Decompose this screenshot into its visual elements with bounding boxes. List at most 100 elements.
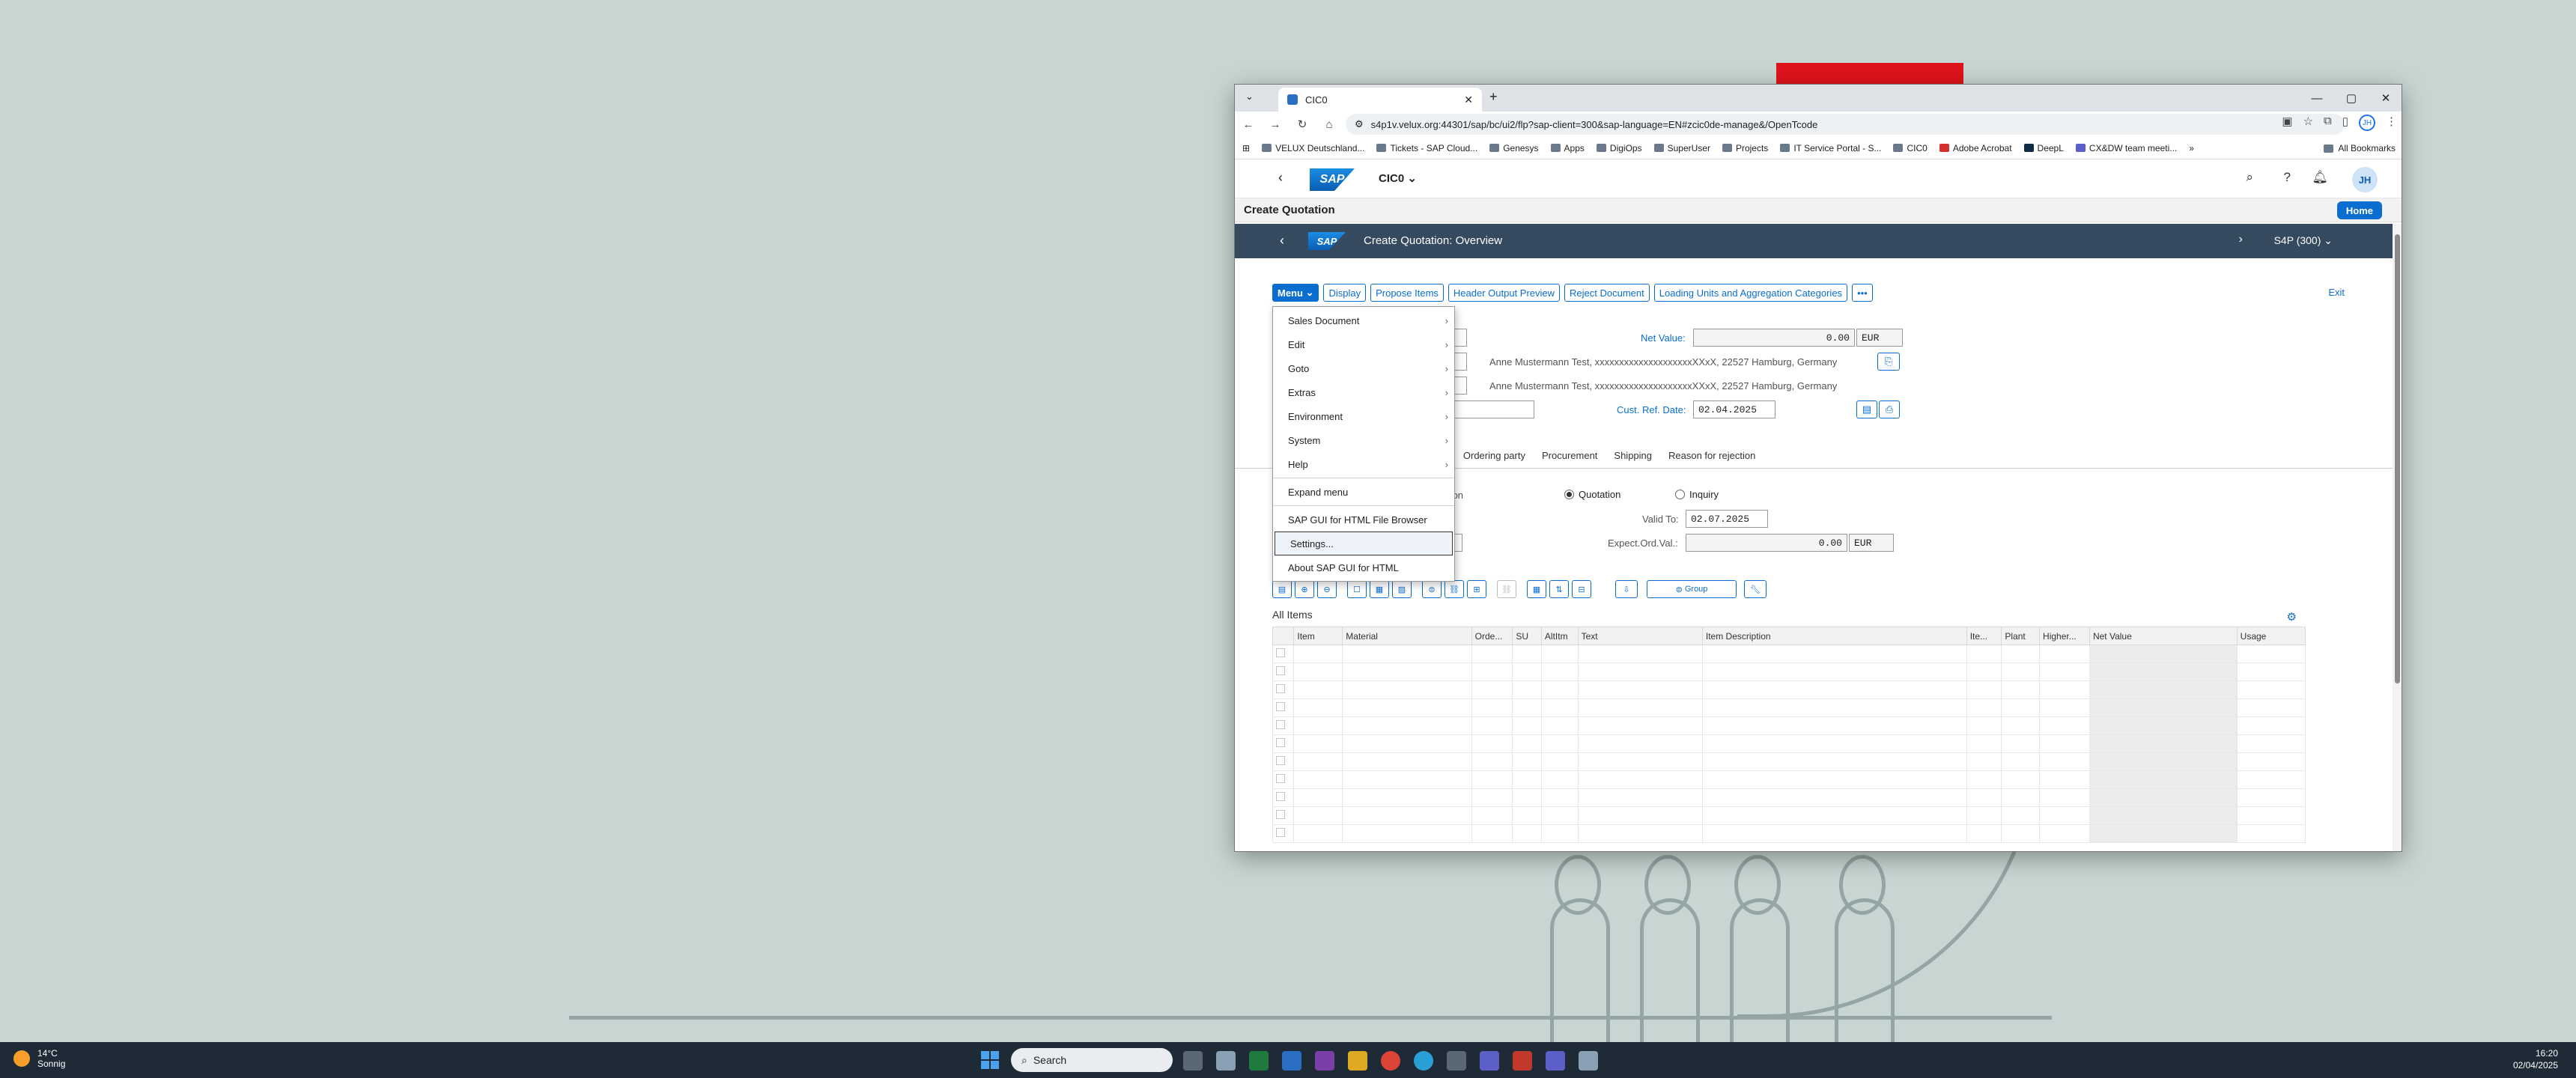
- column-header[interactable]: AltItm: [1540, 627, 1579, 645]
- menu-item-extras[interactable]: Extras ›: [1273, 380, 1454, 404]
- table-cell[interactable]: [2089, 734, 2238, 753]
- table-cell[interactable]: [1512, 788, 1542, 807]
- all-bookmarks[interactable]: All Bookmarks: [2324, 143, 2396, 153]
- table-cell[interactable]: [1966, 824, 2002, 843]
- table-cell[interactable]: [2236, 698, 2306, 717]
- table-cell[interactable]: [2039, 770, 2090, 789]
- table-cell[interactable]: [2236, 806, 2306, 825]
- row-select-cell[interactable]: [1272, 645, 1295, 663]
- table-cell[interactable]: [1966, 806, 2002, 825]
- table-cell[interactable]: [1342, 806, 1472, 825]
- table-cell[interactable]: [1577, 734, 1703, 753]
- profile-avatar[interactable]: JH: [2359, 115, 2375, 131]
- print-icon[interactable]: ⎙: [1879, 401, 1900, 418]
- table-cell[interactable]: [1966, 680, 2002, 699]
- table-cell[interactable]: [1966, 752, 2002, 771]
- display-button[interactable]: Display: [1323, 284, 1367, 302]
- row-select-cell[interactable]: [1272, 663, 1295, 681]
- column-header[interactable]: Text: [1577, 627, 1703, 645]
- table-cell[interactable]: [1540, 716, 1579, 735]
- table-cell[interactable]: [1512, 698, 1542, 717]
- table-cell[interactable]: [1293, 645, 1343, 663]
- column-header[interactable]: Plant: [2001, 627, 2041, 645]
- back-icon[interactable]: ←: [1235, 118, 1262, 131]
- app-icon[interactable]: [1579, 1051, 1598, 1071]
- minimize-icon[interactable]: —: [2300, 85, 2334, 112]
- table-cell[interactable]: [2089, 645, 2238, 663]
- app-icon[interactable]: [1447, 1051, 1466, 1071]
- table-cell[interactable]: [1512, 806, 1542, 825]
- search-icon[interactable]: ⌕: [2246, 170, 2253, 185]
- tab-search-icon[interactable]: ⌄: [1245, 91, 1254, 103]
- table-cell[interactable]: [2089, 716, 2238, 735]
- column-header[interactable]: Item: [1293, 627, 1343, 645]
- menu-kebab-icon[interactable]: ⋮: [2386, 115, 2397, 131]
- help-icon[interactable]: ?: [2284, 170, 2291, 185]
- new-tab-icon[interactable]: +: [1489, 89, 1498, 105]
- notification-bell-icon[interactable]: 🔔︎: [2312, 170, 2328, 185]
- table-cell[interactable]: [1342, 734, 1472, 753]
- table-cell[interactable]: [2236, 734, 2306, 753]
- table-cell[interactable]: [1577, 806, 1703, 825]
- sap-logo[interactable]: SAP: [1310, 168, 1355, 191]
- address-bar[interactable]: ⚙ s4p1v.velux.org:44301/sap/bc/ui2/flp?s…: [1346, 114, 2345, 135]
- table-cell[interactable]: [1512, 770, 1542, 789]
- close-tab-icon[interactable]: ✕: [1464, 94, 1473, 106]
- reload-icon[interactable]: ↻: [1289, 118, 1316, 131]
- row-select-cell[interactable]: [1272, 716, 1295, 735]
- group-button[interactable]: ⊜ Group: [1647, 580, 1737, 598]
- menu-button[interactable]: Menu ⌄: [1272, 284, 1319, 302]
- shell-back-icon[interactable]: ‹: [1278, 170, 1283, 186]
- tab-procurement[interactable]: Procurement: [1542, 450, 1597, 461]
- column-header[interactable]: Orde...: [1471, 627, 1513, 645]
- menu-item-settings[interactable]: Settings...: [1275, 532, 1453, 555]
- table-cell[interactable]: [2001, 663, 2041, 681]
- extensions-icon[interactable]: ⧉: [2324, 115, 2332, 131]
- select-column[interactable]: [1272, 627, 1295, 645]
- select-all-icon[interactable]: ☐: [1347, 580, 1367, 598]
- table-cell[interactable]: [1293, 806, 1343, 825]
- table-cell[interactable]: [2001, 698, 2041, 717]
- table-cell[interactable]: [2089, 770, 2238, 789]
- table-cell[interactable]: [1293, 680, 1343, 699]
- more-bookmarks-icon[interactable]: »: [2189, 143, 2194, 153]
- clock[interactable]: 16:20 02/04/2025: [2513, 1047, 2558, 1071]
- row-checkbox[interactable]: [1276, 810, 1285, 819]
- add-row-icon[interactable]: ⊕: [1295, 580, 1314, 598]
- outlook-icon[interactable]: [1282, 1051, 1301, 1071]
- loading-units-button[interactable]: Loading Units and Aggregation Categories: [1653, 284, 1848, 302]
- table-cell[interactable]: [1512, 645, 1542, 663]
- user-avatar[interactable]: JH: [2352, 167, 2378, 192]
- table-cell[interactable]: [2039, 645, 2090, 663]
- sidepanel-icon[interactable]: ▯: [2342, 115, 2348, 131]
- menu-item-file-browser[interactable]: SAP GUI for HTML File Browser: [1273, 508, 1454, 532]
- document-icon[interactable]: ▤: [1856, 401, 1877, 418]
- table-cell[interactable]: [1701, 680, 1967, 699]
- row-checkbox[interactable]: [1276, 684, 1285, 693]
- table-cell[interactable]: [1577, 788, 1703, 807]
- table-cell[interactable]: [2001, 716, 2041, 735]
- table-cell[interactable]: [1471, 806, 1513, 825]
- table-cell[interactable]: [1540, 680, 1579, 699]
- table-cell[interactable]: [1342, 770, 1472, 789]
- scrollbar-thumb[interactable]: [2395, 234, 2400, 683]
- menu-item-system[interactable]: System ›: [1273, 428, 1454, 452]
- valid-to-input[interactable]: 02.07.2025: [1686, 510, 1768, 528]
- table-cell[interactable]: [1966, 716, 2002, 735]
- config-icon[interactable]: ⊞: [1467, 580, 1486, 598]
- table-row[interactable]: [1272, 698, 2306, 717]
- table-cell[interactable]: [2236, 788, 2306, 807]
- row-checkbox[interactable]: [1276, 702, 1285, 711]
- table-cell[interactable]: [1471, 698, 1513, 717]
- table-cell[interactable]: [2089, 752, 2238, 771]
- table-row[interactable]: [1272, 680, 2306, 699]
- table-cell[interactable]: [1293, 824, 1343, 843]
- table-cell[interactable]: [1701, 734, 1967, 753]
- table-cell[interactable]: [1342, 788, 1472, 807]
- table-cell[interactable]: [1540, 645, 1579, 663]
- table-cell[interactable]: [1540, 698, 1579, 717]
- bookmark-item[interactable]: CIC0: [1893, 143, 1928, 153]
- table-cell[interactable]: [1512, 752, 1542, 771]
- header-output-preview-button[interactable]: Header Output Preview: [1448, 284, 1561, 302]
- windows-start-icon[interactable]: [981, 1051, 999, 1069]
